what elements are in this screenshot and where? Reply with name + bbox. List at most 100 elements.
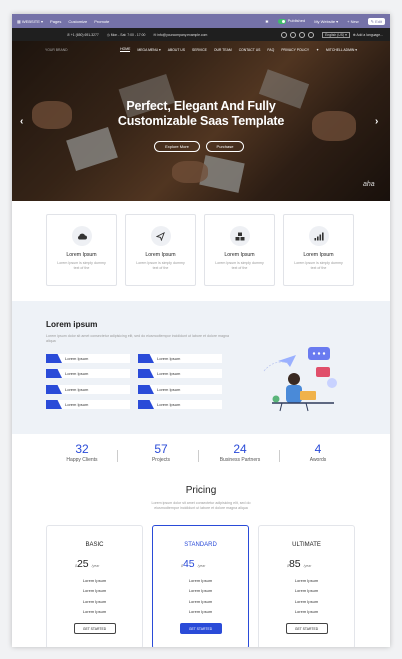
plan-features: Lorem Ipsum Lorem Ipsum Lorem Ipsum Lore… <box>47 576 142 617</box>
brand-logo[interactable]: YOUR BRAND <box>45 48 68 52</box>
nav-contact-us[interactable]: CONTACT US <box>239 48 261 52</box>
plan-feature: Lorem Ipsum <box>294 608 319 614</box>
hero-prev-arrow-icon[interactable]: ‹ <box>20 116 23 127</box>
pricing-title: Pricing <box>185 485 217 496</box>
email-info[interactable]: ✉ info@yourcompany.example.com <box>153 33 207 37</box>
feature-item: Lorem Ipsum <box>138 400 222 409</box>
top-info-bar: ✆ +1 (650) 691-3277 ◷ Mon - Sat: 7:00 - … <box>12 28 390 41</box>
paper-plane-icon <box>278 355 296 367</box>
new-button[interactable]: + New <box>347 19 358 24</box>
admin-bar: ▦ WEBSITE ▾ Pages Customize Promote ✱ Pu… <box>12 14 390 28</box>
notification-icon <box>316 367 330 377</box>
plan-features: Lorem Ipsum Lorem Ipsum Lorem Ipsum Lore… <box>259 576 354 617</box>
twitter-icon[interactable] <box>290 31 297 38</box>
feature-item: Lorem Ipsum <box>46 400 130 409</box>
stat-label: Business Partners <box>219 457 261 463</box>
nav-mega-menu[interactable]: MEGA MENU ▾ <box>137 48 160 52</box>
nav-service[interactable]: SERVICE <box>192 48 207 52</box>
pricing-card-basic: BASIC $25 /year Lorem Ipsum Lorem Ipsum … <box>46 525 143 647</box>
stat-item: 24 Business Partners <box>200 442 280 463</box>
nav-home[interactable]: HOME <box>120 47 131 52</box>
edit-button[interactable]: ✎ Edit <box>367 17 385 25</box>
bug-icon[interactable]: ✱ <box>265 19 268 24</box>
get-started-button[interactable]: GET STARTED <box>73 623 116 635</box>
about-description: Lorem ipsum dolor sit amet consectetur a… <box>46 334 229 343</box>
service-card[interactable]: Lorem Ipsum Lorem Ipsum is simply dummy … <box>125 214 196 286</box>
feature-item: Lorem Ipsum <box>138 385 222 394</box>
language-selector[interactable]: English (US) ▾ <box>322 31 350 38</box>
nav-mega-menu-label: MEGA MENU <box>137 47 159 52</box>
website-menu[interactable]: ▦ WEBSITE ▾ <box>17 19 43 24</box>
site-selector-label: My Website <box>314 18 336 24</box>
stat-divider <box>117 450 118 462</box>
hero-title-line1: Perfect, Elegant And Fully <box>126 99 276 113</box>
user-menu[interactable]: MITCHELL ADMIN ▾ <box>326 48 357 52</box>
plan-price: $25 /year <box>47 558 142 570</box>
cloud-icon <box>71 226 92 246</box>
feature-tag-icon <box>46 354 62 363</box>
hours-info: ◷ Mon - Sat: 7:00 - 17:00 <box>106 32 146 37</box>
facebook-icon[interactable] <box>281 31 288 38</box>
language-label: English (US) <box>325 32 345 37</box>
nav-our-team[interactable]: OUR TEAM <box>214 48 232 52</box>
plan-name: STANDARD <box>184 542 217 548</box>
stat-number: 57 <box>154 442 168 456</box>
feature-label: Lorem Ipsum <box>157 402 181 407</box>
plan-features: Lorem Ipsum Lorem Ipsum Lorem Ipsum Lore… <box>153 576 248 617</box>
stat-number: 4 <box>314 442 322 456</box>
explore-more-button[interactable]: Explore More <box>154 141 200 152</box>
plan-price: $85 /year <box>259 558 354 570</box>
plan-price-value: 25 <box>76 558 89 570</box>
plan-period: /year <box>303 564 312 568</box>
purchase-button[interactable]: Purchase <box>206 141 244 152</box>
plan-feature: Lorem Ipsum <box>188 598 213 604</box>
instagram-icon[interactable] <box>308 31 315 38</box>
nav-privacy-policy[interactable]: PRIVACY POLICY <box>281 48 309 52</box>
service-desc: Lorem Ipsum is simply dummy text of the <box>294 261 343 270</box>
feature-tag-icon <box>46 369 62 378</box>
stat-item: 32 Happy Clients <box>42 442 122 463</box>
admin-item-customize[interactable]: Customize <box>68 19 87 24</box>
page-frame: ▦ WEBSITE ▾ Pages Customize Promote ✱ Pu… <box>12 14 390 647</box>
hero-next-arrow-icon[interactable]: › <box>375 116 378 127</box>
plan-price-value: 85 <box>288 558 301 570</box>
signal-icon <box>308 226 329 246</box>
pricing-description: Lorem ipsum dolor sit amet consectetur a… <box>151 501 251 510</box>
feature-label: Lorem Ipsum <box>157 356 181 361</box>
feature-label: Lorem Ipsum <box>65 356 89 361</box>
service-card[interactable]: Lorem Ipsum Lorem Ipsum is simply dummy … <box>46 214 117 286</box>
plan-feature: Lorem Ipsum <box>82 608 107 614</box>
feature-item: Lorem Ipsum <box>46 369 130 378</box>
service-desc: Lorem Ipsum is simply dummy text of the <box>215 261 264 270</box>
plan-name: BASIC <box>85 542 104 548</box>
avatar-bubble-icon <box>327 378 337 388</box>
published-toggle[interactable]: Published <box>277 18 305 24</box>
plan-feature: Lorem Ipsum <box>82 588 107 594</box>
plan-feature: Lorem Ipsum <box>188 608 213 614</box>
service-card[interactable]: Lorem Ipsum Lorem Ipsum is simply dummy … <box>283 214 354 286</box>
hero-title-line2: Customizable Saas Template <box>117 114 285 128</box>
service-card[interactable]: Lorem Ipsum Lorem Ipsum is simply dummy … <box>204 214 275 286</box>
add-language-link[interactable]: ⊕ Add a language... <box>353 33 383 37</box>
get-started-button[interactable]: GET STARTED <box>179 623 222 635</box>
plan-feature: Lorem Ipsum <box>294 578 319 583</box>
main-nav: YOUR BRAND HOME MEGA MENU ▾ ABOUT US SER… <box>12 41 390 58</box>
get-started-button[interactable]: GET STARTED <box>285 623 328 635</box>
cart-icon[interactable]: ✦ <box>316 48 319 52</box>
stat-label: Happy Clients <box>66 457 98 463</box>
email-text: info@yourcompany.example.com <box>157 32 208 37</box>
plan-feature: Lorem Ipsum <box>188 578 213 583</box>
stat-label: Projects <box>151 457 171 463</box>
linkedin-icon[interactable] <box>299 31 306 38</box>
nav-faq[interactable]: FAQ <box>267 48 274 52</box>
plan-price-value: 45 <box>182 558 195 570</box>
nav-about-us[interactable]: ABOUT US <box>168 48 185 52</box>
service-title: Lorem Ipsum <box>145 252 176 258</box>
hours-text: Mon - Sat: 7:00 - 17:00 <box>110 32 146 37</box>
plan-feature: Lorem Ipsum <box>294 588 319 594</box>
plan-name: ULTIMATE <box>292 542 321 548</box>
admin-item-pages[interactable]: Pages <box>50 19 61 24</box>
about-illustration <box>263 347 337 412</box>
site-selector[interactable]: My Website ▾ <box>314 19 338 24</box>
admin-item-promote[interactable]: Promote <box>94 19 109 24</box>
